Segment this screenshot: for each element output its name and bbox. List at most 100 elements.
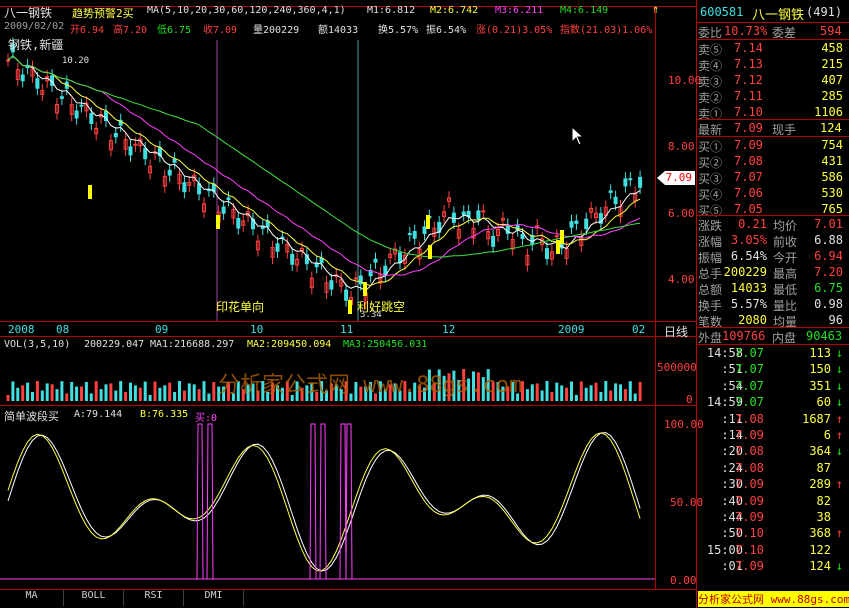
ask-price: 7.11 (734, 89, 763, 103)
tick-direction-icon: ↓ (835, 444, 843, 459)
candle-body (329, 280, 334, 290)
tick-row: :40 7.09 82 (697, 494, 847, 510)
price-tick: 6.00 (668, 207, 695, 220)
bid-volume: 431 (821, 154, 843, 168)
ask-price: 7.14 (734, 41, 763, 55)
volume-bar (143, 381, 147, 401)
tab-rsi[interactable]: RSI (124, 590, 184, 606)
signal-bar (88, 185, 92, 199)
vol-ma2: MA2:209450.094 (247, 339, 332, 350)
tick-row: 14:58 7.07 113 ↓ (697, 346, 847, 362)
osc-tick: 0.00 (670, 574, 697, 587)
volume-bar (623, 389, 627, 401)
osc-name[interactable]: 简单波段买 (4, 408, 59, 424)
bid-row[interactable]: 买④ 7.06 530 (697, 186, 847, 203)
stat-value: 6.94 (814, 249, 843, 263)
volume-bar (594, 382, 598, 401)
volume-bar (65, 393, 69, 401)
candle-body (128, 146, 133, 156)
ask-row[interactable]: 卖⑤ 7.14 458 (697, 41, 847, 58)
bid-price: 7.07 (734, 170, 763, 184)
stat-label: 今开 (773, 251, 798, 265)
stat-label: 最高 (773, 267, 798, 281)
tab-dmi[interactable]: DMI (184, 590, 244, 606)
bid-row[interactable]: 买① 7.09 754 (697, 138, 847, 155)
stat-value: 2080 (738, 313, 767, 327)
signal-bar (348, 300, 352, 314)
ask-row[interactable]: 卖③ 7.12 407 (697, 73, 847, 90)
volume-bar (104, 384, 108, 401)
osc-line-a (7, 432, 641, 572)
tick-direction-icon: ↓ (835, 395, 843, 410)
stat-value: 6.88 (814, 233, 843, 247)
up-icon[interactable]: ⇑ (652, 2, 659, 16)
ask-row[interactable]: 卖② 7.11 285 (697, 89, 847, 106)
tick-volume: 368 (809, 526, 831, 541)
stat-row: 涨幅 3.05% 前收 6.88 (697, 233, 847, 250)
signal-bar (560, 230, 564, 244)
candle-body (113, 132, 118, 138)
candle-body (407, 233, 412, 236)
tick-volume: 6 (823, 428, 831, 442)
volume-bar (560, 385, 564, 401)
volume-bar (99, 389, 103, 401)
tick-price: 7.08 (735, 444, 764, 459)
candle-body (35, 78, 40, 89)
tick-direction-icon: ↓ (835, 362, 843, 377)
sector-tag: 钢铁,新疆 (8, 38, 64, 52)
candle-body (422, 226, 427, 234)
tick-direction-icon: ↑ (835, 526, 843, 541)
volume-bar (148, 394, 152, 401)
stat-row: 涨跌 0.21 均价 7.01 (697, 217, 847, 234)
tick-price: 7.07 (735, 395, 764, 410)
candle-body (491, 235, 496, 247)
bid-volume: 765 (821, 202, 843, 216)
volume-bar (604, 381, 608, 401)
stat-row: 总额 14033 最低 6.75 (697, 281, 847, 298)
buy-spike (345, 423, 353, 580)
tick-volume: 38 (816, 510, 831, 524)
bar-date: 2009/02/02 (4, 21, 65, 32)
tick-volume: 150 (809, 362, 831, 377)
stat-label: 总手 (698, 267, 723, 281)
footer-link[interactable]: 分析家公式网 www.88gs.com (698, 591, 849, 607)
vol-name[interactable]: VOL(3,5,10) (4, 339, 70, 350)
bar-high: 高7.20 (113, 25, 148, 36)
volume-bar (638, 381, 642, 401)
volume-bar (50, 384, 54, 401)
volume-bar (89, 393, 93, 401)
candle-body (353, 277, 358, 280)
tick-row: :30 7.09 289 ↑ (697, 477, 847, 493)
tick-price: 7.07 (735, 362, 764, 377)
volume-bar (584, 387, 588, 401)
low-label: 3.34 (360, 310, 382, 320)
period-label[interactable]: 日线 (664, 323, 688, 340)
stat-value: 14033 (730, 281, 767, 295)
signal-bar (556, 240, 560, 254)
candle-body (20, 74, 25, 82)
tab-ma[interactable]: MA (0, 590, 64, 606)
tick-row: :14 7.09 6 ↑ (697, 428, 847, 444)
signal-bar (428, 245, 432, 259)
candle-body (74, 110, 79, 119)
ask-row[interactable]: 卖④ 7.13 215 (697, 57, 847, 74)
bid-row[interactable]: 买③ 7.07 586 (697, 170, 847, 187)
tick-row: :44 7.09 38 (697, 510, 847, 526)
bid-price: 7.06 (734, 186, 763, 200)
volume-bar (614, 383, 618, 401)
candle-body (226, 197, 231, 201)
volume-bar (114, 390, 118, 401)
tick-volume: 124 (809, 559, 831, 574)
indicator-name[interactable]: 趋势预警2买 (72, 5, 134, 21)
bar-amplitude: 振6.54% (426, 25, 467, 36)
volume-bar (207, 393, 211, 401)
tab-boll[interactable]: BOLL (64, 590, 124, 606)
buy-spike (319, 423, 327, 580)
ask-label: 卖③ (698, 75, 723, 89)
volume-bar (570, 381, 573, 401)
bid-row[interactable]: 买② 7.08 431 (697, 154, 847, 171)
candle-body (358, 275, 363, 285)
bar-amount: 额14033 (318, 25, 359, 36)
volume-bar (168, 382, 172, 401)
tick-price: 7.07 (735, 346, 764, 360)
